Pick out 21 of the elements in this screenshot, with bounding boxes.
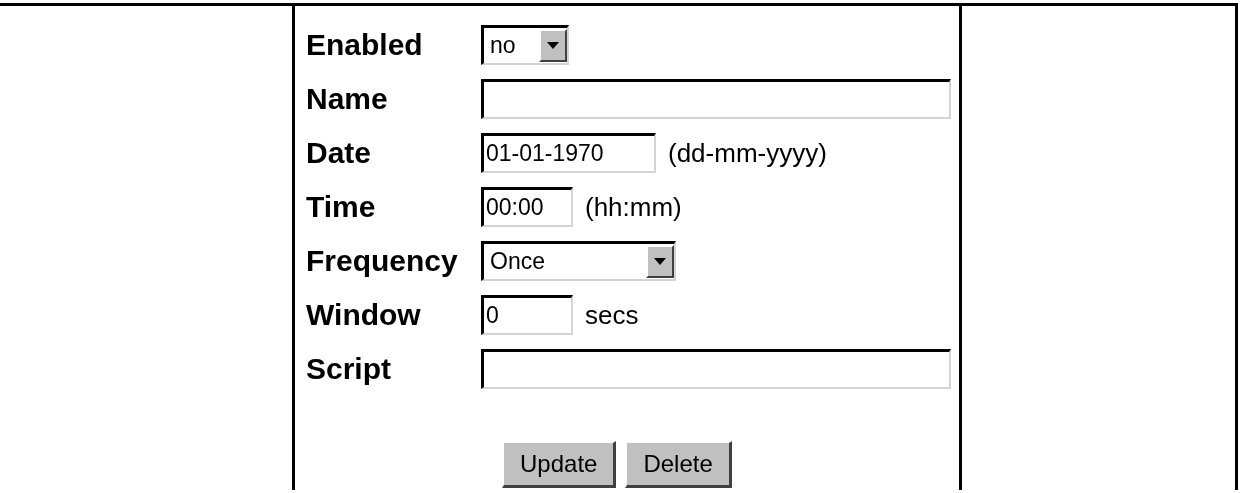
field-label: Window [306, 298, 422, 332]
dropdown[interactable]: Once [481, 241, 676, 281]
field-label: Enabled [306, 28, 424, 62]
caret-icon [646, 245, 674, 278]
field-label: Frequency [306, 244, 459, 278]
caret-icon [539, 29, 567, 62]
field-label: Time [306, 190, 377, 224]
input-field[interactable]: 0 [481, 295, 573, 335]
field-label: Script [306, 352, 393, 386]
field-hint: secs [585, 299, 639, 331]
form-button[interactable]: Delete [625, 441, 732, 488]
field-hint: (dd-mm-yyyy) [668, 137, 827, 169]
input-field[interactable] [481, 79, 951, 119]
form-button[interactable]: Update [502, 441, 617, 488]
field-label: Name [306, 82, 389, 116]
dropdown[interactable]: no [481, 25, 569, 65]
field-hint: (hh:mm) [585, 191, 682, 223]
input-field[interactable]: 00:00 [481, 187, 573, 227]
input-field[interactable] [481, 349, 951, 389]
input-field[interactable]: 01-01-1970 [481, 133, 656, 173]
field-label: Date [306, 136, 373, 170]
